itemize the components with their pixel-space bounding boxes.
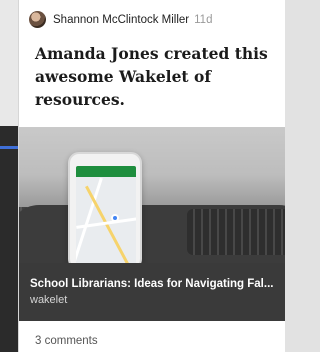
post-header: Shannon McClintock Miller 11d [29,11,212,28]
comments-count[interactable]: 3 comments [35,335,98,347]
link-title[interactable]: School Librarians: Ideas for Navigating … [30,278,280,290]
author-name[interactable]: Shannon McClintock Miller [53,14,189,26]
post-timestamp[interactable]: 11d [194,14,212,26]
car-vent-right [187,209,285,255]
map-screen [76,166,136,263]
side-panel [0,126,18,352]
link-domain: wakelet [30,294,68,306]
link-preview-image[interactable] [19,127,285,263]
post-card[interactable]: Shannon McClintock Miller 11d Amanda Jon… [18,0,285,352]
post-text: Amanda Jones created this awesome Wakele… [35,44,268,109]
map-nav-bar [76,166,136,177]
avatar[interactable] [29,11,46,28]
side-panel-accent [0,146,18,149]
phone-icon [68,152,142,263]
location-dot-icon [111,214,119,222]
link-preview-band[interactable]: School Librarians: Ideas for Navigating … [19,263,285,321]
